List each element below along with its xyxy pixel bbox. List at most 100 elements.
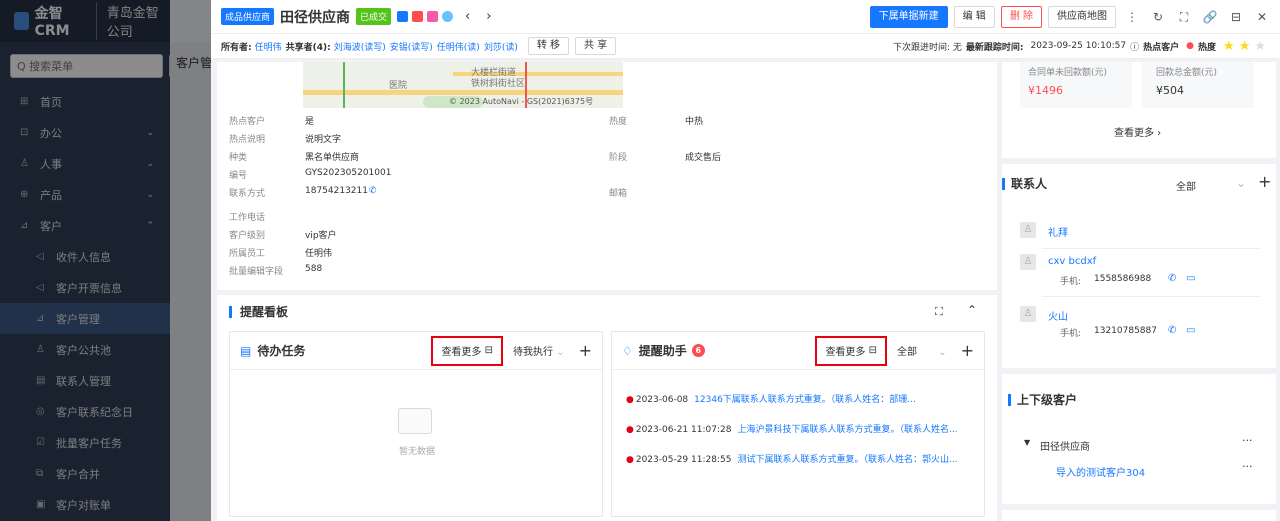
- reminder-row[interactable]: ● 2023-06-08 12346下属联系人联系方式重复。（联系人姓名：部珊...: [626, 392, 916, 405]
- bullet-icon: ●: [626, 455, 634, 465]
- sharer-link[interactable]: 安锡(读写): [390, 40, 433, 53]
- sharer-link[interactable]: 刘莎(读): [484, 40, 518, 53]
- add-reminder-button[interactable]: +: [961, 341, 974, 360]
- chevron-down-icon[interactable]: ⌄: [1236, 176, 1246, 190]
- map-community: 铁树斜街社区: [471, 79, 526, 89]
- share-button[interactable]: 共 享: [575, 37, 617, 55]
- field-value: 说明文字: [305, 135, 342, 145]
- reminder-date: 2023-05-29 11:28:55: [635, 455, 732, 465]
- reminder-link[interactable]: 上海沪景科技下属联系人联系方式重复。（联系人姓名...: [737, 425, 957, 435]
- phone-value: 13210785887: [1094, 326, 1157, 336]
- document-icon: ▤: [240, 343, 252, 358]
- sharer-link[interactable]: 任明伟(读): [437, 40, 480, 53]
- ownership-bar: 所有者: 任明伟 共享者(4): 刘海波(读写) 安锡(读写) 任明伟(读) 刘…: [211, 34, 1280, 59]
- edit-button[interactable]: 编 辑: [953, 5, 995, 28]
- add-contact-button[interactable]: +: [1258, 172, 1271, 191]
- doc-icon[interactable]: [397, 11, 409, 22]
- contact-name-link[interactable]: cxv bcdxf: [1048, 256, 1096, 267]
- reminder-link[interactable]: 12346下属联系人联系方式重复。（联系人姓名：部珊...: [694, 395, 916, 405]
- reminder-panel: ♢ 提醒助手 6 查看更多 ⊟ 全部 ⌄ + ● 2023-06-08 12346下…: [611, 331, 985, 517]
- location-map[interactable]: 医院 大楼栏街道 铁树斜街社区 © 2023 AutoNavi - GS(202…: [303, 62, 623, 108]
- status-badge: 已成交: [356, 8, 392, 25]
- next-card: [1002, 510, 1276, 521]
- next-record-button[interactable]: ›: [486, 9, 491, 24]
- tree-toggle-icon[interactable]: ▼: [1024, 438, 1030, 447]
- expand-icon[interactable]: ⛶: [935, 305, 943, 319]
- sharer-link[interactable]: 刘海波(读写): [334, 40, 386, 53]
- owner-link[interactable]: 任明伟: [255, 40, 282, 53]
- fullscreen-icon[interactable]: ⛶: [1174, 7, 1194, 27]
- reminder-title: 提醒助手: [638, 344, 687, 358]
- collapse-icon[interactable]: ⌃: [967, 303, 977, 317]
- add-task-button[interactable]: +: [579, 341, 592, 360]
- field-value: 黑名单供应商: [305, 153, 360, 163]
- more-actions-icon[interactable]: ···: [1242, 434, 1253, 447]
- todo-filter-select[interactable]: 待我执行 ⌄: [513, 343, 565, 358]
- reminder-row[interactable]: ● 2023-05-29 11:28:55 测试下属联系人联系方式重复。（联系人姓名…: [626, 452, 958, 465]
- prev-record-button[interactable]: ‹: [465, 9, 470, 24]
- phone-icon[interactable]: ✆: [1168, 325, 1176, 336]
- payment-summary-card: 合同单未回款额(元) ¥1496 回款总金额(元) ¥504 查看更多 ›: [1002, 62, 1276, 158]
- hierarchy-card: 上下级客户 ▼ 田径供应商 ··· 导入的测试客户304 ···: [1002, 374, 1276, 504]
- blue-dot-icon[interactable]: [442, 11, 454, 22]
- next-follow-time: 下次跟进时间: 无: [893, 42, 962, 53]
- field-value: 成交售后: [685, 153, 722, 163]
- message-icon[interactable]: ▭: [1186, 325, 1195, 336]
- paid-label: 回款总金额(元): [1156, 68, 1218, 78]
- refresh-icon[interactable]: ↻: [1148, 7, 1168, 27]
- contacts-filter-select[interactable]: 全部: [1176, 178, 1196, 193]
- phone-icon[interactable]: ✆: [369, 186, 377, 196]
- red-mark-icon[interactable]: [412, 11, 424, 22]
- todo-panel: ▤ 待办任务 查看更多 ⊟ 待我执行 ⌄ + 暂无数据: [229, 331, 603, 517]
- field-label: 联系方式: [229, 189, 266, 199]
- link-icon[interactable]: 🔗: [1200, 7, 1220, 27]
- star-icon[interactable]: ★: [1239, 39, 1251, 54]
- fire-icon: ●: [1186, 41, 1195, 51]
- supplier-detail-drawer: 成品供应商 田径供应商 已成交 ‹ › 下属单据新建 编 辑 删 除 供应商地图…: [211, 0, 1280, 521]
- open-icon: ⊟: [484, 345, 494, 356]
- heat-label: 热度: [1198, 42, 1217, 53]
- help-icon[interactable]: ⓘ: [1130, 40, 1139, 53]
- message-icon[interactable]: ▭: [1186, 273, 1195, 284]
- close-icon[interactable]: ✕: [1252, 7, 1272, 27]
- open-icon: ⊟: [868, 345, 878, 356]
- reminder-link[interactable]: 测试下属联系人联系方式重复。（联系人姓名：郭火山...: [737, 455, 957, 465]
- minimize-icon[interactable]: ⊟: [1226, 7, 1246, 27]
- field-value: 任明伟: [305, 249, 333, 259]
- reminder-count-badge: 6: [691, 344, 705, 357]
- field-label: 热点说明: [229, 135, 266, 145]
- star-icon[interactable]: ★: [1254, 39, 1266, 54]
- chevron-down-icon: ⌄: [556, 347, 565, 358]
- reminder-filter-select[interactable]: 全部 ⌄: [897, 343, 947, 358]
- hot-customer-label: 热点客户: [1143, 42, 1180, 53]
- more-menu-icon[interactable]: ⋮: [1122, 7, 1142, 27]
- todo-filter-value: 待我执行: [513, 347, 554, 358]
- delete-button[interactable]: 删 除: [1000, 5, 1042, 28]
- chevron-down-icon: ⌄: [938, 347, 947, 358]
- more-actions-icon[interactable]: ···: [1242, 460, 1253, 473]
- todo-view-more-button[interactable]: 查看更多 ⊟: [431, 335, 504, 366]
- supplier-map-button[interactable]: 供应商地图: [1048, 5, 1116, 28]
- pink-mark-icon[interactable]: [427, 11, 439, 22]
- bell-icon: ♢: [622, 343, 633, 358]
- divider: [1042, 296, 1260, 297]
- phone-label: 手机:: [1060, 277, 1082, 287]
- new-sub-document-button[interactable]: 下属单据新建: [869, 5, 948, 28]
- supplier-type-tag: 成品供应商: [221, 8, 275, 25]
- contact-name-link[interactable]: 礼拜: [1048, 224, 1068, 239]
- transfer-button[interactable]: 转 移: [527, 37, 570, 55]
- phone-icon[interactable]: ✆: [1168, 273, 1176, 284]
- summary-view-more-link[interactable]: 查看更多 ›: [1114, 124, 1161, 139]
- map-copyright: © 2023 AutoNavi - GS(2021)6375号: [449, 97, 594, 106]
- field-label: 工作电话: [229, 213, 266, 223]
- last-follow-label: 最新跟踪时间:: [965, 42, 1024, 53]
- bullet-icon: ●: [626, 395, 634, 405]
- reminder-view-more-button[interactable]: 查看更多 ⊟: [815, 335, 888, 366]
- star-icon[interactable]: ★: [1223, 39, 1235, 54]
- child-customer-link[interactable]: 导入的测试客户304: [1056, 464, 1145, 479]
- contacts-title: 联系人: [1002, 178, 1047, 190]
- contact-name-link[interactable]: 火山: [1048, 308, 1068, 323]
- reminder-row[interactable]: ● 2023-06-21 11:07:28 上海沪景科技下属联系人联系方式重复。（联…: [626, 422, 958, 435]
- field-value: 中热: [685, 117, 704, 127]
- field-value: 是: [305, 117, 315, 127]
